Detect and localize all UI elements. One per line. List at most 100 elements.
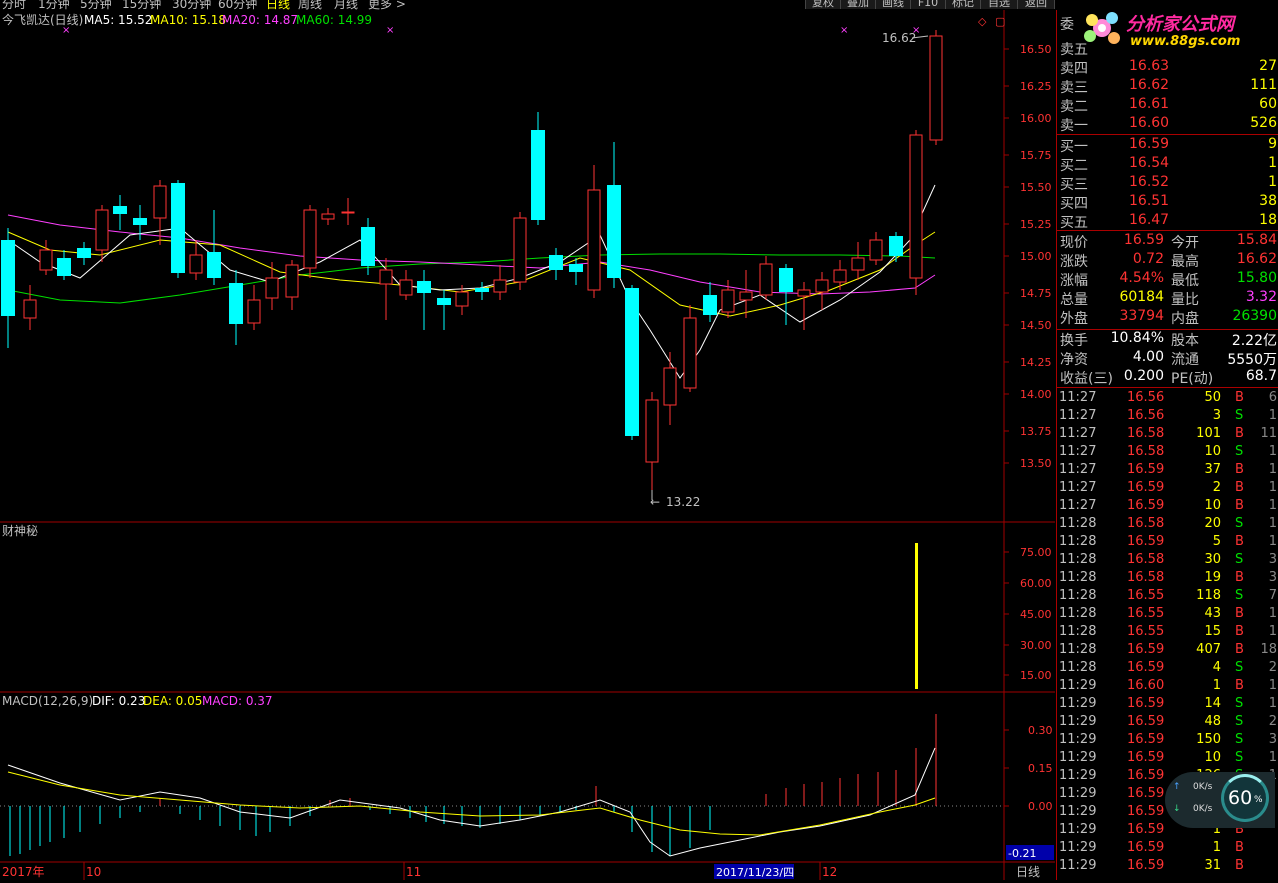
quote-label: 量比 xyxy=(1171,292,1199,308)
fq-button[interactable]: 复权 xyxy=(805,0,841,9)
kline-chart[interactable]: 16.50 16.25 16.00 15.75 15.50 15.25 15.00 14.75… xyxy=(0,10,1055,880)
tick-row[interactable]: 11:29 16.59 48 S 2 xyxy=(1057,714,1278,732)
period-label[interactable]: 日线 xyxy=(1016,865,1040,879)
tick-row[interactable]: 11:28 16.58 20 S 1 xyxy=(1057,516,1278,534)
sell-level-label: 卖三 xyxy=(1060,80,1088,96)
candle-up xyxy=(815,279,829,293)
tab-daily[interactable]: 日线 xyxy=(266,0,290,10)
tick-side: S xyxy=(1235,516,1244,531)
tab-15min[interactable]: 15分钟 xyxy=(122,0,161,10)
buy-level-price: 16.47 xyxy=(1129,212,1170,228)
watchlist-button[interactable]: 自选 xyxy=(980,0,1018,9)
tick-row[interactable]: 11:27 16.59 2 B 1 xyxy=(1057,480,1278,498)
tick-row[interactable]: 11:29 16.59 150 S 3 xyxy=(1057,732,1278,750)
tick-volume: 10 xyxy=(1204,444,1221,459)
price-axis-tick: 14.00 xyxy=(1020,388,1052,401)
f10-button[interactable]: F10 xyxy=(910,0,946,9)
tick-row[interactable]: 11:29 16.59 1 B xyxy=(1057,840,1278,858)
tab-timeshare[interactable]: 分时 xyxy=(2,0,26,10)
tick-time: 11:28 xyxy=(1059,660,1097,675)
tab-more[interactable]: 更多 > xyxy=(368,0,406,10)
tick-row[interactable]: 11:28 16.55 118 S 7 xyxy=(1057,588,1278,606)
tick-time: 11:28 xyxy=(1059,606,1097,621)
tick-time: 11:29 xyxy=(1059,678,1097,693)
tick-row[interactable]: 11:27 16.59 37 B 1 xyxy=(1057,462,1278,480)
buy-level-row[interactable]: 买五 16.47 18 xyxy=(1057,212,1278,231)
tick-row[interactable]: 11:29 16.59 31 B xyxy=(1057,858,1278,876)
collapse-icon[interactable]: ▢ xyxy=(995,15,1005,28)
tick-row[interactable]: 11:27 16.58 101 B 11 xyxy=(1057,426,1278,444)
tick-side: S xyxy=(1235,552,1244,567)
candle-down xyxy=(437,298,451,305)
back-button[interactable]: 返回 xyxy=(1017,0,1055,9)
tab-1min[interactable]: 1分钟 xyxy=(38,0,70,10)
candle-up xyxy=(455,291,469,307)
tick-row[interactable]: 11:29 16.60 1 B 1 xyxy=(1057,678,1278,696)
sell-level-label: 卖一 xyxy=(1060,118,1088,134)
date-label-year: 2017年 xyxy=(2,865,45,879)
buy-level-volume: 38 xyxy=(1259,193,1277,209)
tick-side: B xyxy=(1235,498,1244,513)
tick-row[interactable]: 11:27 16.56 50 B 6 xyxy=(1057,390,1278,408)
mark-button[interactable]: 标记 xyxy=(945,0,981,9)
tick-row[interactable]: 11:28 16.59 4 S 2 xyxy=(1057,660,1278,678)
svg-text:×: × xyxy=(840,25,848,36)
candle-down xyxy=(889,236,903,256)
chart-area[interactable]: 16.50 16.25 16.00 15.75 15.50 15.25 15.00 14.75… xyxy=(0,10,1055,880)
info-value: 10.84% xyxy=(1110,330,1164,346)
buy-level-price: 16.59 xyxy=(1129,136,1170,152)
tick-time: 11:27 xyxy=(1059,498,1097,513)
tick-side: B xyxy=(1235,606,1244,621)
tick-row[interactable]: 11:28 16.59 407 B 18 xyxy=(1057,642,1278,660)
tick-row[interactable]: 11:28 16.59 5 B 1 xyxy=(1057,534,1278,552)
quote-value: 60184 xyxy=(1119,289,1164,305)
tick-row[interactable]: 11:27 16.59 10 B 1 xyxy=(1057,498,1278,516)
ma10-line xyxy=(7,231,936,317)
price-axis-tick: 13.50 xyxy=(1020,457,1052,470)
candle-up xyxy=(379,269,393,285)
candle-up xyxy=(869,239,883,261)
tick-row[interactable]: 11:28 16.55 15 B 1 xyxy=(1057,624,1278,642)
sell-level-row[interactable]: 卖二 16.61 60 xyxy=(1057,96,1278,115)
tick-price: 16.59 xyxy=(1127,822,1165,837)
tick-price: 16.59 xyxy=(1127,480,1165,495)
tick-row[interactable]: 11:27 16.58 10 S 1 xyxy=(1057,444,1278,462)
tick-price: 16.58 xyxy=(1127,552,1165,567)
ma20-line xyxy=(7,214,936,295)
candle-up xyxy=(247,299,261,324)
buy-level-row[interactable]: 买四 16.51 38 xyxy=(1057,193,1278,212)
tick-row[interactable]: 11:28 16.55 43 B 1 xyxy=(1057,606,1278,624)
tab-5min[interactable]: 5分钟 xyxy=(80,0,112,10)
tick-row[interactable]: 11:27 16.56 3 S 1 xyxy=(1057,408,1278,426)
sell-level-row[interactable]: 卖三 16.62 111 xyxy=(1057,77,1278,96)
network-speed-widget[interactable]: ↑ 0K/s ↓ 0K/s 60 % xyxy=(1165,772,1275,828)
sell-level-row[interactable]: 卖四 16.63 27 xyxy=(1057,58,1278,77)
tick-row[interactable]: 11:29 16.59 14 S 1 xyxy=(1057,696,1278,714)
tick-row[interactable]: 11:28 16.58 30 S 3 xyxy=(1057,552,1278,570)
site-logo: 分析家公式网 www.88gs.com xyxy=(1080,0,1278,56)
tick-price: 16.59 xyxy=(1127,732,1165,747)
quote-label: 现价 xyxy=(1060,235,1088,251)
tick-row[interactable]: 11:29 16.59 10 S 1 xyxy=(1057,750,1278,768)
tick-time: 11:28 xyxy=(1059,552,1097,567)
tick-volume: 4 xyxy=(1212,660,1221,675)
candle-down xyxy=(171,183,185,273)
tab-60min[interactable]: 60分钟 xyxy=(218,0,257,10)
tick-side: B xyxy=(1235,480,1244,495)
quote-value: 15.80 xyxy=(1236,270,1277,286)
candle-up xyxy=(833,269,847,283)
tab-30min[interactable]: 30分钟 xyxy=(172,0,211,10)
draw-button[interactable]: 画线 xyxy=(875,0,911,9)
buy-level-row[interactable]: 买三 16.52 1 xyxy=(1057,174,1278,193)
info-value: 0.200 xyxy=(1123,368,1164,384)
overlay-button[interactable]: 叠加 xyxy=(840,0,876,9)
candle-up xyxy=(23,299,37,319)
buy-level-row[interactable]: 买二 16.54 1 xyxy=(1057,155,1278,174)
info-label: 收益(三) xyxy=(1060,371,1113,387)
tab-monthly[interactable]: 月线 xyxy=(334,0,358,10)
tick-row[interactable]: 11:28 16.58 19 B 3 xyxy=(1057,570,1278,588)
sell-level-row[interactable]: 卖一 16.60 526 xyxy=(1057,115,1278,134)
buy-level-row[interactable]: 买一 16.59 9 xyxy=(1057,136,1278,155)
candle-up xyxy=(513,217,527,283)
tab-weekly[interactable]: 周线 xyxy=(298,0,322,10)
